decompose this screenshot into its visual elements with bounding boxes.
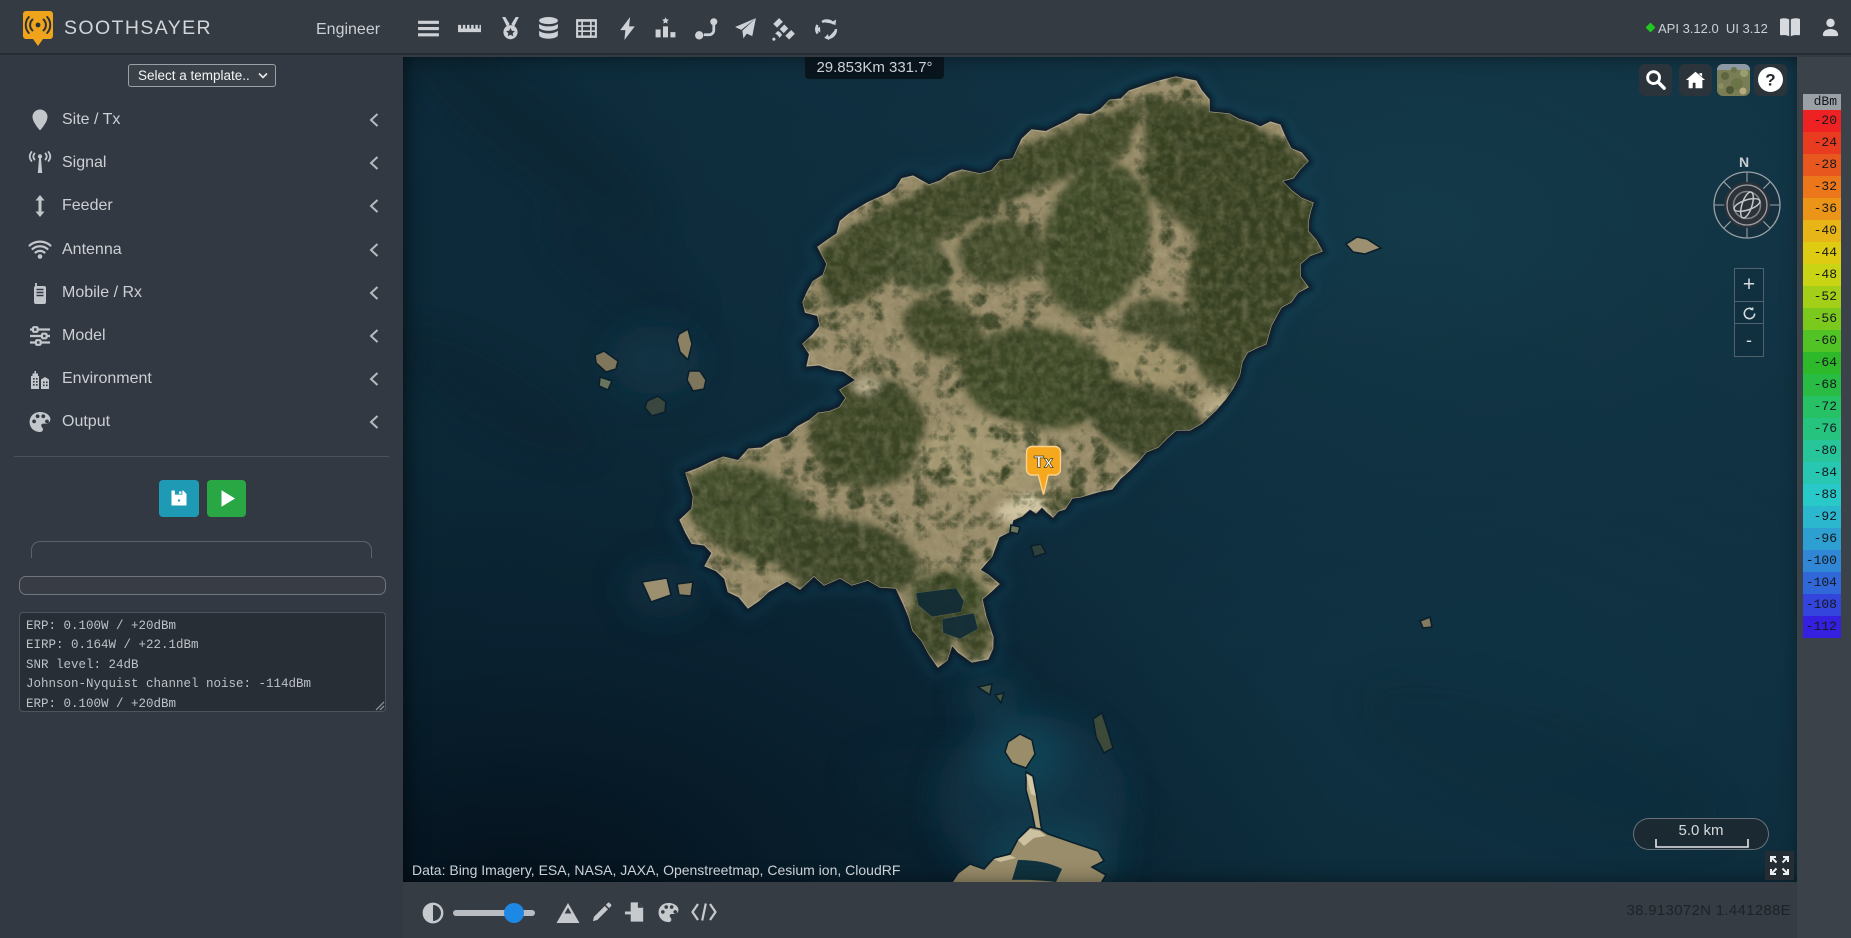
svg-text:?: ? — [1765, 71, 1775, 90]
svg-text:Tx: Tx — [1034, 454, 1054, 472]
